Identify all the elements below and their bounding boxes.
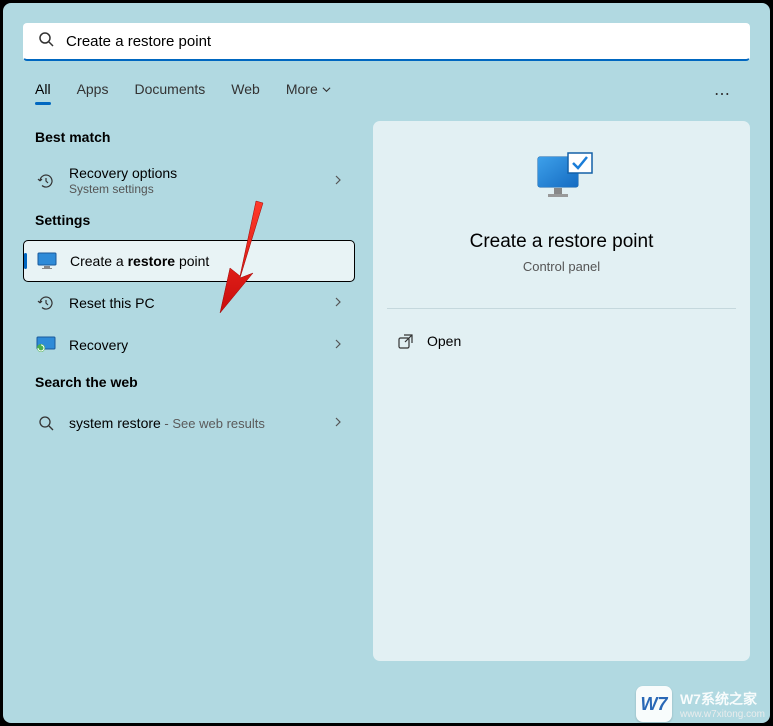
- result-title: Create a restore point: [70, 253, 342, 269]
- chevron-right-icon: [333, 416, 343, 430]
- result-reset-pc[interactable]: Reset this PC: [23, 282, 355, 324]
- result-title: Recovery options: [69, 165, 333, 181]
- section-settings-title: Settings: [35, 212, 355, 228]
- recovery-history-icon: [35, 170, 57, 192]
- recovery-monitor-icon: [35, 334, 57, 356]
- tab-more-label: More: [286, 81, 318, 97]
- action-open[interactable]: Open: [387, 327, 736, 355]
- preview-title: Create a restore point: [387, 231, 736, 253]
- preview-pane: Create a restore point Control panel Ope…: [373, 121, 750, 661]
- search-bar[interactable]: [23, 23, 750, 61]
- tab-more[interactable]: More: [286, 81, 331, 107]
- overflow-menu-button[interactable]: ⋯: [706, 84, 738, 104]
- tab-web[interactable]: Web: [231, 81, 260, 107]
- open-icon: [397, 333, 413, 349]
- action-open-label: Open: [427, 333, 461, 349]
- filter-tabs: All Apps Documents Web More ⋯: [23, 81, 750, 107]
- chevron-right-icon: [333, 338, 343, 352]
- chevron-right-icon: [333, 174, 343, 188]
- chevron-right-icon: [333, 296, 343, 310]
- result-title: Recovery: [69, 337, 333, 353]
- tab-documents[interactable]: Documents: [134, 81, 205, 107]
- search-icon: [38, 31, 54, 52]
- result-recovery-options[interactable]: Recovery options System settings: [23, 157, 355, 204]
- preview-subtitle: Control panel: [387, 259, 736, 274]
- result-title: system restore - See web results: [69, 415, 333, 431]
- monitor-icon: [36, 250, 58, 272]
- result-subtitle: System settings: [69, 182, 333, 196]
- preview-app-icon: [387, 151, 736, 207]
- chevron-down-icon: [322, 81, 331, 97]
- recovery-history-icon: [35, 292, 57, 314]
- watermark-badge: W7: [636, 686, 672, 722]
- result-create-restore-point[interactable]: Create a restore point: [23, 240, 355, 282]
- tab-apps[interactable]: Apps: [77, 81, 109, 107]
- start-search-window: All Apps Documents Web More ⋯ Best match…: [3, 3, 770, 723]
- watermark-line2: www.w7xitong.com: [680, 709, 765, 720]
- results-pane: Best match Recovery options System setti…: [23, 121, 355, 661]
- watermark-line1: W7系统之家: [680, 689, 765, 709]
- section-web-title: Search the web: [35, 374, 355, 390]
- result-recovery[interactable]: Recovery: [23, 324, 355, 366]
- search-input[interactable]: [66, 33, 735, 50]
- result-title: Reset this PC: [69, 295, 333, 311]
- tab-all[interactable]: All: [35, 81, 51, 107]
- divider: [387, 308, 736, 309]
- result-web-system-restore[interactable]: system restore - See web results: [23, 402, 355, 444]
- search-icon: [35, 412, 57, 434]
- watermark: W7 W7系统之家 www.w7xitong.com: [636, 686, 765, 722]
- section-best-match-title: Best match: [35, 129, 355, 145]
